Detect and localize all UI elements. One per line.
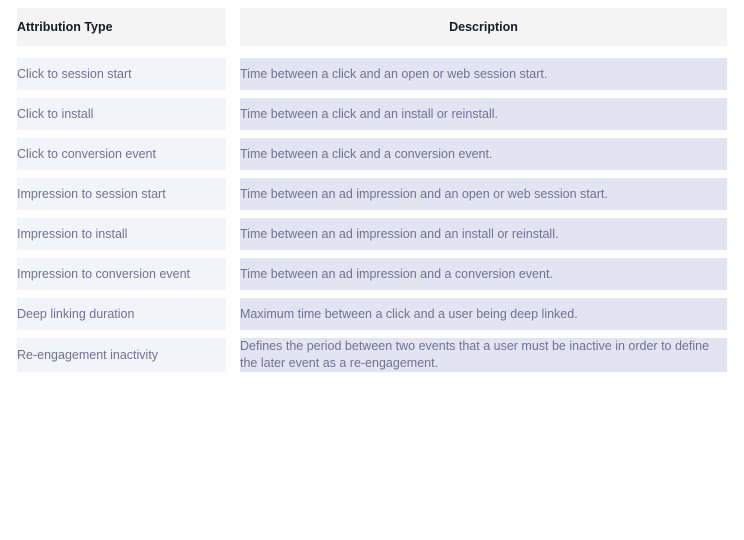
table-row-gap [17, 210, 727, 218]
table-row-gap-cell [226, 290, 240, 298]
table-row: Click to session start Time between a cli… [17, 58, 727, 90]
description-text: Defines the period between two events th… [240, 339, 710, 370]
cell-column-separator [226, 298, 240, 330]
cell-description: Time between a click and a conversion ev… [240, 138, 727, 170]
cell-column-separator [226, 178, 240, 210]
table-row-gap [17, 170, 727, 178]
table-row-gap-cell [17, 90, 226, 98]
table-row-gap-cell [226, 250, 240, 258]
cell-column-separator [226, 98, 240, 130]
attribution-table-container: Attribution Type Description Click to se… [0, 0, 744, 372]
column-header-description: Description [240, 8, 727, 46]
description-text: Time between an ad impression and a conv… [240, 266, 553, 281]
cell-attribution-type: Impression to session start [17, 178, 226, 210]
description-text: Time between an ad impression and an ins… [240, 226, 559, 241]
description-text: Time between a click and an install or r… [240, 106, 498, 121]
cell-column-separator [226, 58, 240, 90]
attribution-type-text: Impression to install [17, 226, 128, 241]
table-row-gap-cell [226, 90, 240, 98]
description-text: Time between a click and a conversion ev… [240, 146, 493, 161]
header-spacer-type [17, 46, 226, 58]
table-row-gap-cell [17, 130, 226, 138]
attribution-type-table: Attribution Type Description Click to se… [17, 8, 727, 372]
cell-column-separator [226, 258, 240, 290]
table-row-gap [17, 330, 727, 338]
cell-column-separator [226, 218, 240, 250]
table-row-gap-cell [17, 250, 226, 258]
table-row-gap-cell [240, 210, 727, 218]
cell-column-separator [226, 338, 240, 372]
table-row-gap-cell [17, 290, 226, 298]
table-row-gap-cell [17, 330, 226, 338]
cell-description: Defines the period between two events th… [240, 338, 727, 372]
table-row: Impression to session start Time between … [17, 178, 727, 210]
table-row-gap-cell [226, 130, 240, 138]
cell-attribution-type: Re-engagement inactivity [17, 338, 226, 372]
table-row-gap-cell [240, 250, 727, 258]
attribution-type-text: Impression to conversion event [17, 266, 191, 281]
table-row-gap [17, 90, 727, 98]
description-text: Maximum time between a click and a user … [240, 306, 578, 321]
header-spacer-desc [240, 46, 727, 58]
column-header-attribution-type: Attribution Type [17, 8, 226, 46]
cell-attribution-type: Click to session start [17, 58, 226, 90]
table-row-gap [17, 250, 727, 258]
description-text: Time between an ad impression and an ope… [240, 186, 608, 201]
table-row-gap-cell [226, 210, 240, 218]
attribution-type-text: Re-engagement inactivity [17, 347, 159, 362]
cell-description: Time between a click and an install or r… [240, 98, 727, 130]
description-text: Time between a click and an open or web … [240, 66, 548, 81]
cell-attribution-type: Impression to conversion event [17, 258, 226, 290]
table-row-gap-cell [240, 330, 727, 338]
attribution-type-text: Click to install [17, 106, 94, 121]
attribution-type-text: Impression to session start [17, 186, 166, 201]
table-body: Click to session start Time between a cli… [17, 58, 727, 372]
cell-description: Time between a click and an open or web … [240, 58, 727, 90]
table-row-gap-cell [226, 330, 240, 338]
header-spacer-row [17, 46, 727, 58]
table-row-gap-cell [240, 290, 727, 298]
table-row-gap-cell [226, 170, 240, 178]
table-row: Impression to conversion event Time betwe… [17, 258, 727, 290]
cell-description: Maximum time between a click and a user … [240, 298, 727, 330]
table-row-gap-cell [17, 210, 226, 218]
table-row-gap-cell [240, 130, 727, 138]
attribution-type-text: Click to conversion event [17, 146, 156, 161]
cell-column-separator [226, 138, 240, 170]
table-header: Attribution Type Description [17, 8, 727, 58]
header-row: Attribution Type Description [17, 8, 727, 46]
cell-description: Time between an ad impression and an ope… [240, 178, 727, 210]
table-row: Deep linking duration Maximum time betwee… [17, 298, 727, 330]
cell-description: Time between an ad impression and a conv… [240, 258, 727, 290]
table-row: Click to install Time between a click and… [17, 98, 727, 130]
table-row: Click to conversion event Time between a … [17, 138, 727, 170]
header-spacer-gap [226, 46, 240, 58]
cell-attribution-type: Deep linking duration [17, 298, 226, 330]
column-separator [226, 8, 240, 46]
attribution-type-text: Click to session start [17, 66, 132, 81]
table-row-gap [17, 130, 727, 138]
table-row-gap [17, 290, 727, 298]
table-row: Impression to install Time between an ad … [17, 218, 727, 250]
table-row-gap-cell [17, 170, 226, 178]
attribution-type-text: Deep linking duration [17, 306, 135, 321]
cell-description: Time between an ad impression and an ins… [240, 218, 727, 250]
cell-attribution-type: Click to install [17, 98, 226, 130]
table-row-gap-cell [240, 170, 727, 178]
cell-attribution-type: Click to conversion event [17, 138, 226, 170]
table-row-gap-cell [240, 90, 727, 98]
table-row: Re-engagement inactivity Defines the peri… [17, 338, 727, 372]
cell-attribution-type: Impression to install [17, 218, 226, 250]
